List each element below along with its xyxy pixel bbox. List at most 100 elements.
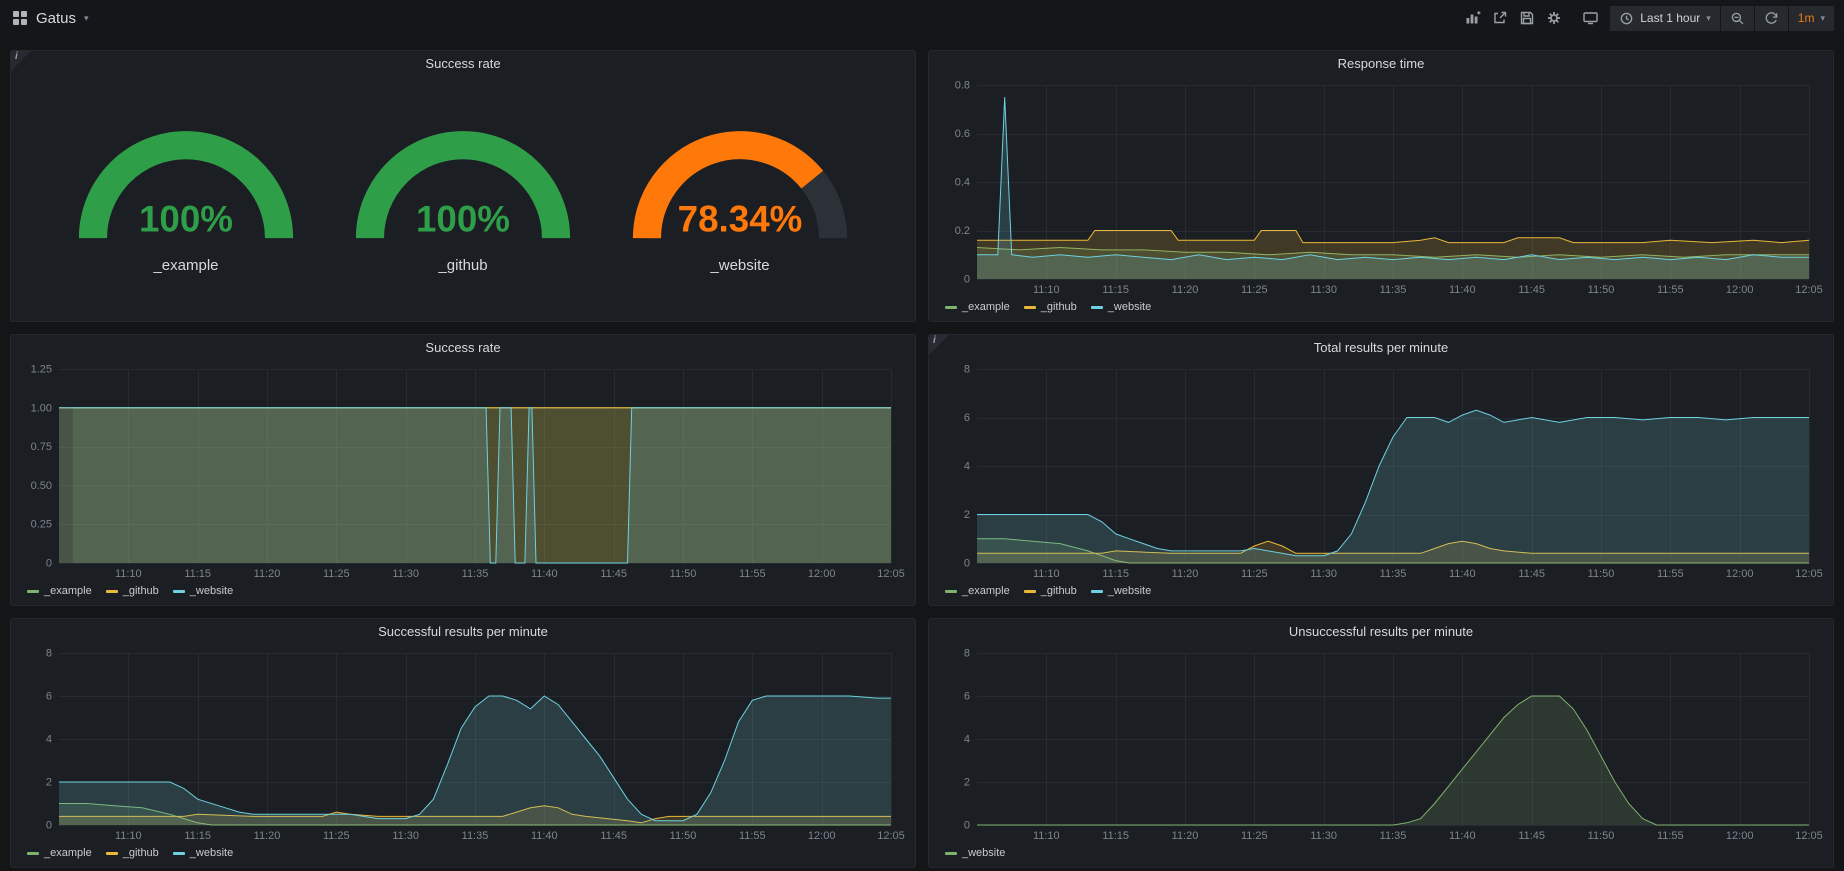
legend-label: _website: [1108, 585, 1151, 597]
y-tick-label: 0.2: [955, 225, 970, 237]
cycle-view-button[interactable]: [1577, 6, 1604, 30]
response-time-chart[interactable]: 00.20.40.60.811:1011:1511:2011:2511:3011…: [937, 77, 1825, 297]
x-tick-label: 12:05: [877, 830, 905, 842]
chart-legend: _example _github _website: [937, 297, 1825, 317]
legend-label: _example: [962, 585, 1010, 597]
chevron-down-icon[interactable]: ▾: [84, 14, 89, 23]
successful-results-chart[interactable]: 0246811:1011:1511:2011:2511:3011:3511:40…: [19, 645, 907, 843]
legend-item-_example[interactable]: _example: [945, 301, 1010, 313]
dashboard-grid-icon[interactable]: [12, 10, 28, 26]
panel-title[interactable]: Successful results per minute: [19, 619, 907, 645]
x-tick-label: 12:00: [808, 830, 836, 842]
x-tick-label: 11:25: [323, 830, 350, 842]
x-tick-label: 11:50: [1588, 568, 1615, 580]
time-range-button[interactable]: Last 1 hour ▾: [1610, 6, 1720, 31]
x-tick-label: 11:15: [184, 568, 211, 580]
panel-title[interactable]: Response time: [937, 51, 1825, 77]
y-tick-label: 0.8: [955, 80, 970, 92]
legend-item-_website[interactable]: _website: [945, 847, 1005, 859]
success-rate-chart[interactable]: 00.250.500.751.001.2511:1011:1511:2011:2…: [19, 361, 907, 581]
x-tick-label: 11:45: [1518, 568, 1545, 580]
y-tick-label: 4: [46, 734, 52, 746]
panel-title[interactable]: Success rate: [19, 51, 907, 77]
gauge-row: 100%_example100%_github78.34%_website: [19, 77, 907, 317]
x-tick-label: 12:00: [808, 568, 836, 580]
panel-info-icon[interactable]: i: [929, 335, 949, 355]
x-tick-label: 11:25: [1241, 568, 1268, 580]
legend-marker-icon: [173, 852, 185, 855]
x-tick-label: 11:30: [392, 830, 419, 842]
legend-marker-icon: [945, 306, 957, 309]
series-area-_website: [59, 408, 891, 563]
clock-icon: [1619, 11, 1634, 26]
legend-item-_website[interactable]: _website: [173, 847, 233, 859]
refresh-interval-button[interactable]: 1m ▾: [1789, 6, 1834, 31]
x-tick-label: 11:45: [600, 568, 627, 580]
y-tick-label: 0.75: [31, 441, 52, 453]
legend-marker-icon: [27, 590, 39, 593]
x-tick-label: 11:30: [1310, 830, 1337, 842]
add-panel-button[interactable]: [1459, 6, 1486, 30]
legend-item-_example[interactable]: _example: [27, 847, 92, 859]
x-tick-label: 11:55: [739, 568, 766, 580]
legend-item-_website[interactable]: _website: [173, 585, 233, 597]
y-tick-label: 0: [964, 558, 970, 570]
x-tick-label: 11:20: [1172, 284, 1199, 296]
legend-marker-icon: [945, 852, 957, 855]
legend-label: _website: [962, 847, 1005, 859]
gauge-arc: 78.34%: [620, 117, 860, 249]
x-tick-label: 11:40: [1449, 284, 1476, 296]
legend-item-_github[interactable]: _github: [1024, 301, 1077, 313]
refresh-button[interactable]: [1755, 6, 1788, 31]
legend-marker-icon: [1024, 306, 1036, 309]
gauge-_website: 78.34%_website: [620, 117, 860, 274]
gauge-arc: 100%: [66, 117, 306, 249]
panel-title[interactable]: Success rate: [19, 335, 907, 361]
save-button[interactable]: [1513, 6, 1540, 30]
y-tick-label: 0.50: [31, 480, 52, 492]
legend-marker-icon: [173, 590, 185, 593]
zoom-out-button[interactable]: [1721, 6, 1754, 31]
legend-label: _github: [1041, 301, 1077, 313]
legend-item-_example[interactable]: _example: [945, 585, 1010, 597]
share-button[interactable]: [1486, 6, 1513, 30]
x-tick-label: 12:05: [1795, 830, 1823, 842]
gauge-_github: 100%_github: [343, 117, 583, 274]
x-tick-label: 11:10: [1033, 568, 1060, 580]
y-tick-label: 8: [46, 648, 52, 660]
panel-title[interactable]: Unsuccessful results per minute: [937, 619, 1825, 645]
x-tick-label: 11:40: [531, 830, 558, 842]
x-tick-label: 11:40: [1449, 830, 1476, 842]
x-tick-label: 11:10: [115, 568, 142, 580]
x-tick-label: 11:25: [1241, 830, 1268, 842]
total-results-chart[interactable]: 0246811:1011:1511:2011:2511:3011:3511:40…: [937, 361, 1825, 581]
gauge-value: 78.34%: [678, 198, 803, 239]
y-tick-label: 0: [46, 558, 52, 570]
panel-title[interactable]: Total results per minute: [937, 335, 1825, 361]
legend-item-_example[interactable]: _example: [27, 585, 92, 597]
x-tick-label: 11:55: [1657, 568, 1684, 580]
legend-marker-icon: [1091, 306, 1103, 309]
chart-legend: _website: [937, 843, 1825, 863]
chart-legend: _example _github _website: [19, 843, 907, 863]
legend-item-_website[interactable]: _website: [1091, 301, 1151, 313]
y-tick-label: 2: [46, 777, 52, 789]
panel-unsuccessful-results: Unsuccessful results per minute 0246811:…: [928, 618, 1834, 868]
x-tick-label: 11:10: [1033, 284, 1060, 296]
legend-item-_github[interactable]: _github: [106, 585, 159, 597]
x-tick-label: 11:20: [254, 830, 281, 842]
legend-item-_github[interactable]: _github: [106, 847, 159, 859]
gear-icon[interactable]: [1540, 6, 1567, 30]
dashboard-title[interactable]: Gatus: [36, 10, 76, 27]
unsuccessful-results-chart[interactable]: 0246811:1011:1511:2011:2511:3011:3511:40…: [937, 645, 1825, 843]
legend-marker-icon: [27, 852, 39, 855]
y-tick-label: 6: [46, 691, 52, 703]
gauge-value: 100%: [139, 198, 233, 239]
legend-item-_website[interactable]: _website: [1091, 585, 1151, 597]
y-tick-label: 0.25: [31, 519, 52, 531]
panel-info-icon[interactable]: i: [11, 51, 31, 71]
legend-label: _github: [123, 847, 159, 859]
x-tick-label: 11:50: [1588, 830, 1615, 842]
legend-item-_github[interactable]: _github: [1024, 585, 1077, 597]
y-tick-label: 8: [964, 648, 970, 660]
